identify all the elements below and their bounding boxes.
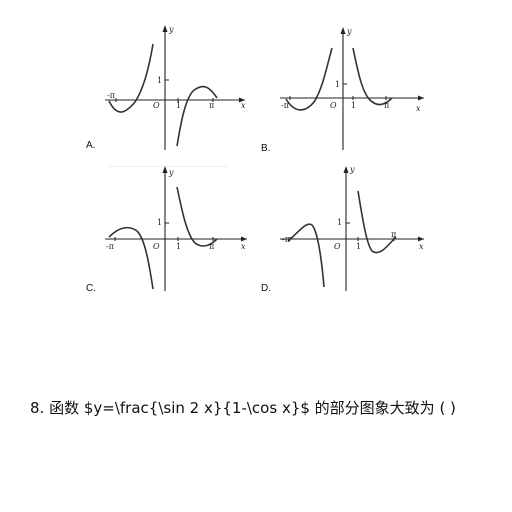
question-text: 8. 函数 $y=\frac{\sin 2 x}{1-\cos x}$ 的部分图… xyxy=(30,397,500,418)
graph-a-curve-right xyxy=(176,85,218,147)
y-axis-arrow xyxy=(340,27,346,34)
y-axis-arrow xyxy=(162,166,168,173)
option-c-label: C. xyxy=(86,283,96,294)
graph-d-svg: y x O 1 1 π -π xyxy=(280,165,424,291)
graph-b: y x O 1 1 π -π xyxy=(280,22,430,152)
origin-label: O xyxy=(153,242,160,251)
x-pi-label: π xyxy=(209,242,214,251)
x-axis-label: x xyxy=(241,101,246,110)
x-neg-pi-label: -π xyxy=(282,235,290,244)
x-one-label: 1 xyxy=(176,101,181,110)
y-axis-label: y xyxy=(168,25,174,34)
x-pi-label: π xyxy=(391,230,396,239)
x-axis-label: x xyxy=(416,104,421,113)
option-a-label: A. xyxy=(86,140,96,151)
graph-c-curve-left xyxy=(108,226,154,290)
y-one-label: 1 xyxy=(335,80,340,89)
origin-label: O xyxy=(153,101,160,110)
graph-c: y x O 1 1 π -π xyxy=(105,163,255,293)
graph-d: y x O 1 1 π -π xyxy=(280,163,430,293)
origin-label: O xyxy=(330,101,337,110)
x-one-label: 1 xyxy=(356,242,361,251)
option-d-label: D. xyxy=(261,283,271,294)
graph-a: y x O 1 1 π -π xyxy=(105,22,255,152)
graph-b-svg: y x O 1 1 π -π xyxy=(280,27,424,150)
graph-c-curve-right xyxy=(176,186,218,247)
x-one-label: 1 xyxy=(176,242,181,251)
graph-b-curve-left xyxy=(285,47,333,111)
x-pi-label: π xyxy=(209,101,214,110)
x-pi-label: π xyxy=(384,101,389,110)
y-one-label: 1 xyxy=(157,76,162,85)
graph-a-svg: y x O 1 1 π -π xyxy=(105,25,246,150)
question-number: 8. xyxy=(30,399,45,417)
y-one-label: 1 xyxy=(337,218,342,227)
x-axis-arrow xyxy=(241,236,247,242)
x-axis-arrow xyxy=(418,95,424,101)
graph-d-curve-left xyxy=(287,223,325,288)
y-axis-label: y xyxy=(168,168,174,177)
x-axis-label: x xyxy=(419,242,424,251)
x-one-label: 1 xyxy=(351,101,356,110)
x-neg-pi-label: -π xyxy=(281,101,289,110)
y-axis-label: y xyxy=(346,27,352,36)
y-one-label: 1 xyxy=(157,218,162,227)
question-body: 函数 $y=\frac{\sin 2 x}{1-\cos x}$ 的部分图象大致… xyxy=(49,399,456,417)
y-axis-arrow xyxy=(162,25,168,32)
y-axis-label: y xyxy=(349,165,355,174)
graph-d-curve-right xyxy=(357,190,397,254)
graph-c-svg: y x O 1 1 π -π xyxy=(105,166,247,291)
y-axis-arrow xyxy=(343,166,349,173)
x-neg-pi-label: -π xyxy=(107,91,115,100)
origin-label: O xyxy=(334,242,341,251)
x-axis-arrow xyxy=(418,236,424,242)
x-axis-label: x xyxy=(241,242,246,251)
option-b-label: B. xyxy=(261,143,271,154)
x-neg-pi-label: -π xyxy=(106,242,114,251)
